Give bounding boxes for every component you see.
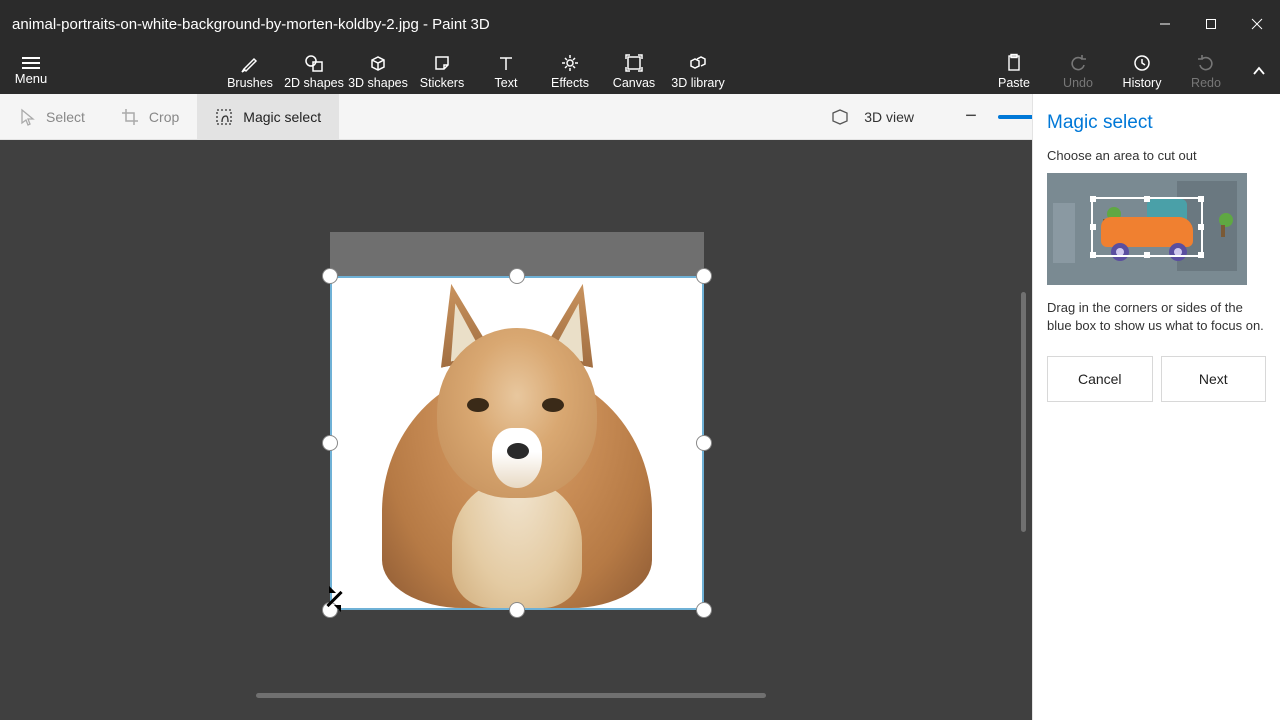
panel-illustration [1047,173,1247,285]
cursor-icon [18,108,36,126]
tool-canvas[interactable]: Canvas [602,48,666,94]
vertical-scrollbar[interactable] [1021,292,1026,532]
stickers-icon [432,53,452,73]
panel-title: Magic select [1047,112,1266,134]
selection-box[interactable] [330,276,704,610]
maximize-button[interactable] [1188,0,1234,48]
view-3d-icon [830,108,850,126]
tool-text[interactable]: Text [474,48,538,94]
selection-handle-ne[interactable] [696,268,712,284]
side-panel: Magic select Choose an area to cut out D… [1032,94,1280,720]
redo-icon [1196,53,1216,73]
crop-button[interactable]: Crop [103,94,197,139]
history-icon [1132,53,1152,73]
history-button[interactable]: History [1110,48,1174,94]
selection-handle-nw[interactable] [322,268,338,284]
resize-cursor-icon [326,590,344,608]
menu-label: Menu [15,71,48,86]
window-title: animal-portraits-on-white-background-by-… [12,16,490,33]
effects-icon [560,53,580,73]
hamburger-icon [22,57,40,69]
shapes-2d-icon [304,53,324,73]
canvas-workspace[interactable] [0,140,1032,720]
tool-2d-shapes[interactable]: 2D shapes [282,48,346,94]
tool-3d-shapes[interactable]: 3D shapes [346,48,410,94]
library-3d-icon [688,53,708,73]
tool-3d-library[interactable]: 3D library [666,48,730,94]
undo-icon [1068,53,1088,73]
title-bar: animal-portraits-on-white-background-by-… [0,0,1280,48]
minimize-button[interactable] [1142,0,1188,48]
selection-handle-e[interactable] [696,435,712,451]
next-button[interactable]: Next [1161,356,1267,402]
zoom-out-button[interactable]: − [958,105,984,128]
paste-icon [1004,53,1024,73]
collapse-ribbon-button[interactable] [1238,48,1280,94]
undo-button[interactable]: Undo [1046,48,1110,94]
shapes-3d-icon [368,53,388,73]
canvas-image [332,278,702,608]
text-icon [496,53,516,73]
redo-button[interactable]: Redo [1174,48,1238,94]
tool-stickers[interactable]: Stickers [410,48,474,94]
selection-handle-n[interactable] [509,268,525,284]
panel-description: Drag in the corners or sides of the blue… [1047,299,1266,334]
crop-icon [121,108,139,126]
tool-brushes[interactable]: Brushes [218,48,282,94]
cancel-button[interactable]: Cancel [1047,356,1153,402]
ribbon-toolbar: Menu Brushes 2D shapes 3D shapes Sticker… [0,48,1280,94]
chevron-up-icon [1251,63,1267,79]
menu-button[interactable]: Menu [0,48,62,94]
select-button[interactable]: Select [0,94,103,139]
canvas-icon [624,53,644,73]
selection-handle-s[interactable] [509,602,525,618]
magic-select-button[interactable]: Magic select [197,94,339,139]
selection-handle-w[interactable] [322,435,338,451]
panel-subtitle: Choose an area to cut out [1047,148,1266,163]
view-3d-label[interactable]: 3D view [864,109,914,125]
brush-icon [240,53,260,73]
magic-select-icon [215,108,233,126]
tool-effects[interactable]: Effects [538,48,602,94]
selection-handle-se[interactable] [696,602,712,618]
paste-button[interactable]: Paste [982,48,1046,94]
close-button[interactable] [1234,0,1280,48]
horizontal-scrollbar[interactable] [256,693,766,698]
